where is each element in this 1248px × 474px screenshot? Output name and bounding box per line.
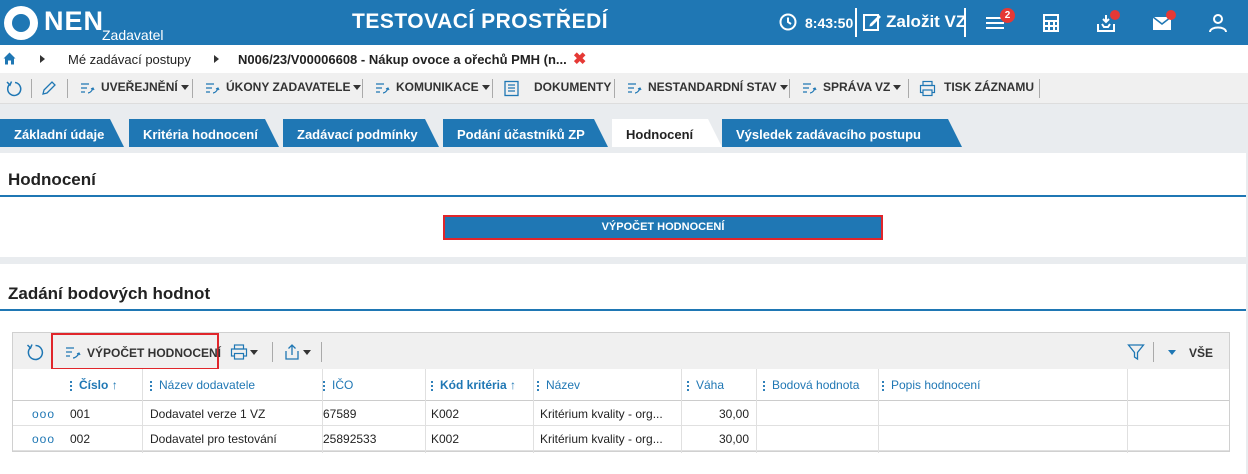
breadcrumb-separator-icon <box>40 55 45 63</box>
home-icon[interactable] <box>3 52 16 65</box>
print-icon[interactable] <box>230 343 248 361</box>
menu-tisk-zaznamu[interactable]: TISK ZÁZNAMU <box>944 80 1034 94</box>
main-toolbar: UVEŘEJNĚNÍ ÚKONY ZADAVATELE KOMUNIKACE D… <box>0 73 1248 104</box>
cell-bodova-hodnota[interactable] <box>761 432 876 448</box>
action-list-icon <box>66 347 81 359</box>
action-list-icon <box>81 83 95 94</box>
mail-alert-dot <box>1166 10 1176 20</box>
breadcrumb: Mé zadávací postupy N006/23/V00006608 - … <box>0 45 1248 73</box>
edit-icon[interactable] <box>862 12 882 32</box>
document-icon <box>504 80 519 97</box>
column-header-vaha[interactable]: Váha <box>687 378 724 392</box>
column-header-nazev[interactable]: Název <box>537 378 580 392</box>
tab-podani-ucastniku[interactable]: Podání účastníků ZP <box>443 119 608 147</box>
menu-ukony-zadavatele[interactable]: ÚKONY ZADAVATELE <box>226 80 362 94</box>
cell-cislo: 002 <box>70 432 91 446</box>
table-row[interactable]: ooo 001 Dodavatel verze 1 VZ 67589 K002 … <box>13 401 1229 426</box>
tab-bar: Základní údaje Kritéria hodnocení Zadáva… <box>0 104 1248 147</box>
hodnoceni-panel <box>0 153 1246 257</box>
grid-header-row: Číslo ↑ Název dodavatele IČO Kód kritéri… <box>13 369 1229 401</box>
tab-zakladni-udaje[interactable]: Základní údaje <box>0 119 124 147</box>
column-header-bodova-hodnota[interactable]: Bodová hodnota <box>763 378 859 392</box>
cell-dodavatel: Dodavatel verze 1 VZ <box>150 407 266 421</box>
app-header: NEN Zadavatel TESTOVACÍ PROSTŘEDÍ 8:43:5… <box>0 0 1248 45</box>
action-list-icon <box>206 83 220 94</box>
calculate-evaluation-button[interactable]: VÝPOČET HODNOCENÍ <box>443 215 883 240</box>
cell-nazev: Kritérium kvality - org... <box>540 432 663 446</box>
action-list-icon <box>628 83 642 94</box>
breadcrumb-current[interactable]: N006/23/V00006608 - Nákup ovoce a ořechů… <box>238 52 567 67</box>
cell-vaha: 30,00 <box>718 407 749 421</box>
row-menu-icon[interactable]: ooo <box>32 432 55 446</box>
user-icon[interactable] <box>1207 12 1229 34</box>
column-header-ico[interactable]: IČO <box>323 378 353 392</box>
nen-logo-icon[interactable] <box>4 6 38 40</box>
chevron-down-icon[interactable] <box>303 350 311 355</box>
cell-ico: 25892533 <box>323 432 377 446</box>
pencil-icon[interactable] <box>40 80 57 97</box>
action-list-icon <box>376 83 390 94</box>
chevron-down-icon[interactable] <box>250 350 258 355</box>
grid-calculate-label: VÝPOČET HODNOCENÍ <box>87 346 222 360</box>
section-title: Hodnocení <box>8 170 96 189</box>
cell-vaha: 30,00 <box>718 432 749 446</box>
section-title: Zadání bodových hodnot <box>8 284 211 303</box>
column-header-kod-kriteria[interactable]: Kód kritéria ↑ <box>431 378 516 392</box>
chevron-down-icon[interactable] <box>1168 350 1176 355</box>
logo-text[interactable]: NEN <box>44 6 104 37</box>
logo-subtitle: Zadavatel <box>102 27 164 43</box>
print-icon <box>919 80 936 97</box>
inbox-alert-dot <box>1110 10 1120 20</box>
section-divider <box>0 195 1246 197</box>
column-header-cislo[interactable]: Číslo ↑ <box>70 378 118 392</box>
action-list-icon <box>803 83 817 94</box>
table-row[interactable]: ooo 002 Dodavatel pro testování 25892533… <box>13 426 1229 451</box>
filter-icon[interactable] <box>1127 343 1145 361</box>
cell-bodova-hodnota[interactable] <box>761 407 876 423</box>
header-divider <box>964 8 966 37</box>
cell-kod: K002 <box>431 432 460 446</box>
filter-all-dropdown[interactable]: VŠE <box>1189 346 1213 360</box>
menu-nestandardni-stav[interactable]: NESTANDARDNÍ STAV <box>648 80 788 94</box>
tab-kriteria-hodnoceni[interactable]: Kritéria hodnocení <box>129 119 279 147</box>
cell-dodavatel: Dodavatel pro testování <box>150 432 277 446</box>
tab-vysledek-zadavaciho-postupu[interactable]: Výsledek zadávacího postupu <box>722 119 962 147</box>
notification-badge: 2 <box>1000 8 1015 23</box>
section-divider <box>0 309 1246 311</box>
breadcrumb-link[interactable]: Mé zadávací postupy <box>68 52 191 67</box>
calculator-icon[interactable] <box>1040 12 1062 34</box>
tab-hodnoceni[interactable]: Hodnocení <box>612 119 722 147</box>
create-vz-button[interactable]: Založit VZ <box>886 12 966 32</box>
header-divider <box>855 8 857 37</box>
row-menu-icon[interactable]: ooo <box>32 407 55 421</box>
cell-cislo: 001 <box>70 407 91 421</box>
grid-toolbar: VÝPOČET HODNOCENÍ VŠE <box>13 333 1229 370</box>
export-icon[interactable] <box>283 343 301 361</box>
refresh-icon[interactable] <box>26 343 44 361</box>
clock-icon <box>779 13 797 31</box>
cell-nazev: Kritérium kvality - org... <box>540 407 663 421</box>
column-header-nazev-dodavatele[interactable]: Název dodavatele <box>150 378 255 392</box>
menu-sprava-vz[interactable]: SPRÁVA VZ <box>823 80 902 94</box>
tab-zadavaci-podminky[interactable]: Zadávací podmínky <box>283 119 439 147</box>
session-timer: 8:43:50 <box>805 15 854 31</box>
breadcrumb-separator-icon <box>214 55 219 63</box>
column-header-popis-hodnoceni[interactable]: Popis hodnocení <box>882 378 980 392</box>
menu-komunikace[interactable]: KOMUNIKACE <box>396 80 490 94</box>
points-grid: VÝPOČET HODNOCENÍ VŠE Číslo ↑ Název doda… <box>12 332 1230 453</box>
environment-title: TESTOVACÍ PROSTŘEDÍ <box>352 10 609 33</box>
grid-calculate-button[interactable]: VÝPOČET HODNOCENÍ <box>51 333 222 370</box>
close-icon[interactable]: ✖ <box>573 49 586 69</box>
menu-uverejneni[interactable]: UVEŘEJNĚNÍ <box>101 80 189 94</box>
cell-ico: 67589 <box>323 407 357 421</box>
cell-kod: K002 <box>431 407 460 421</box>
menu-dokumenty[interactable]: DOKUMENTY <box>534 80 611 94</box>
refresh-icon[interactable] <box>6 80 23 97</box>
